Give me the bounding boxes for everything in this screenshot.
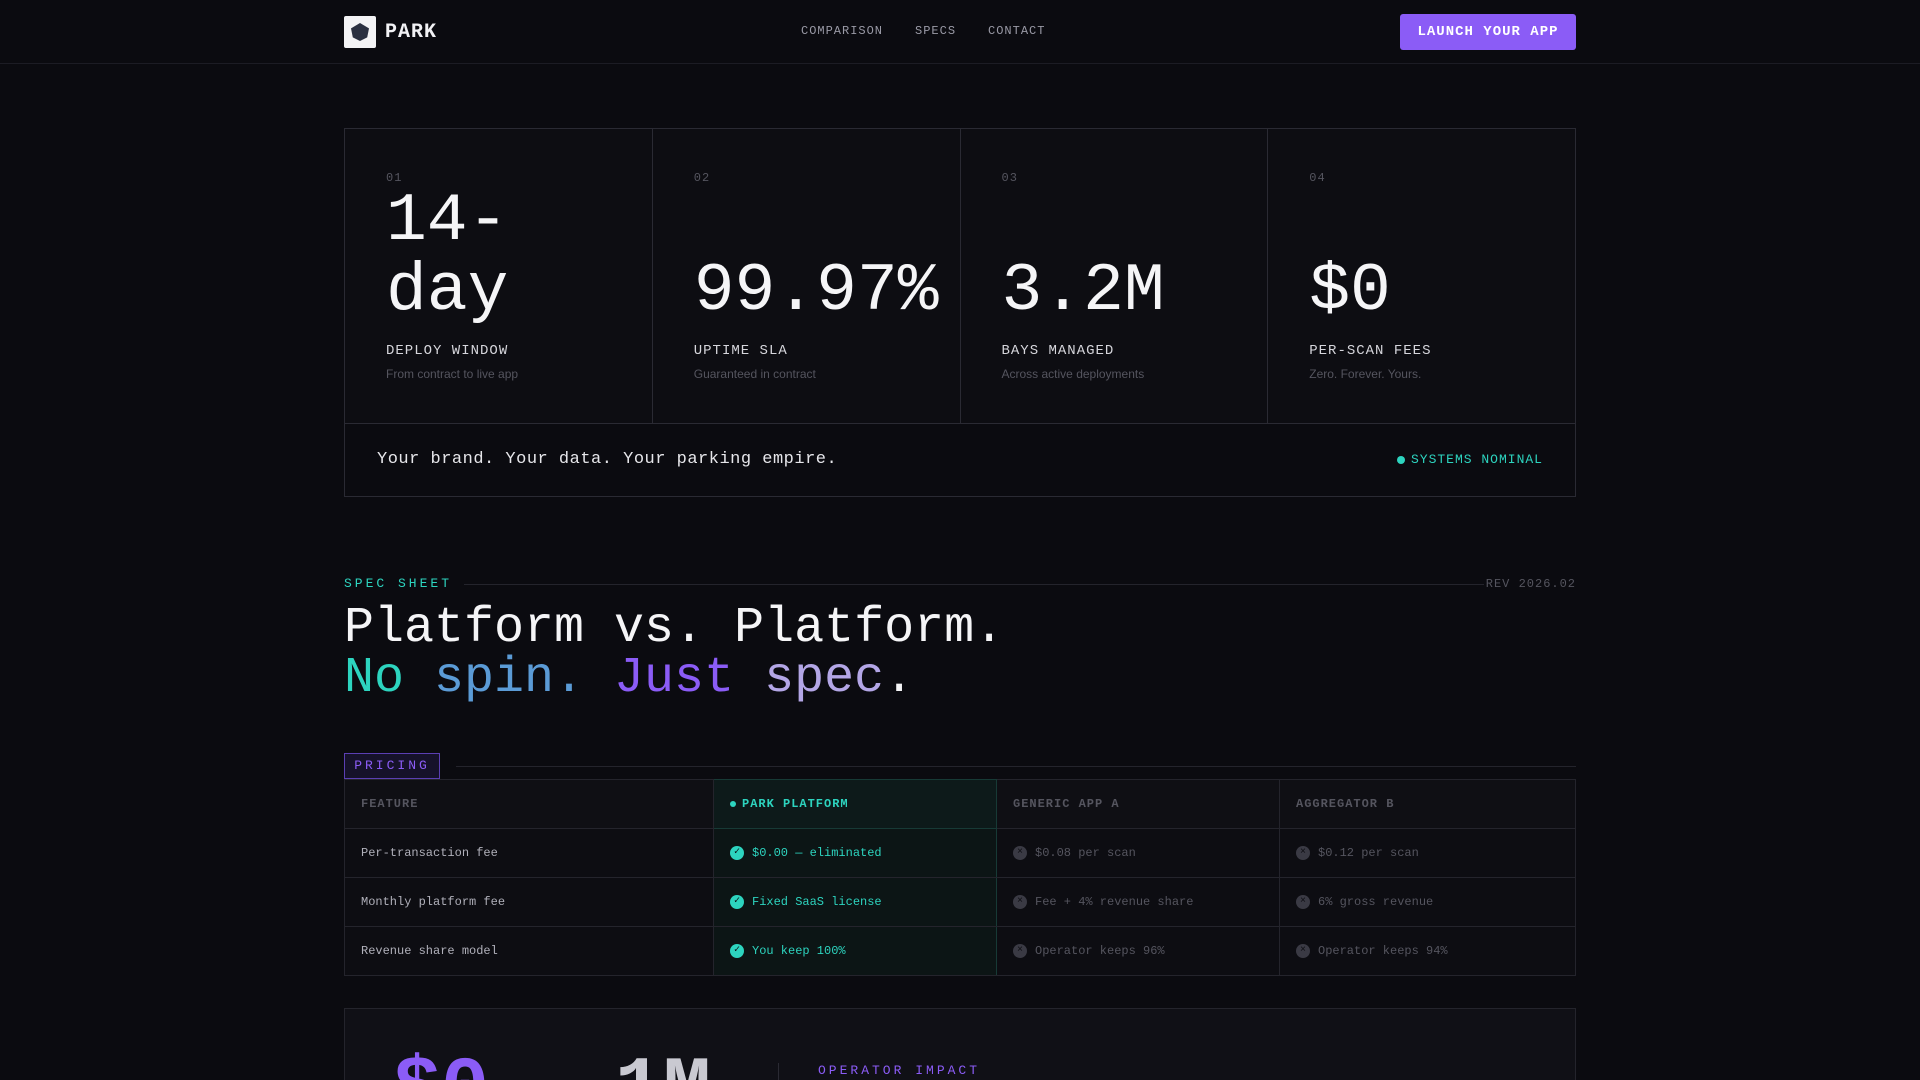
subtitle-word: spin. xyxy=(404,650,585,707)
stat-label: BAYS MANAGED xyxy=(1001,343,1115,359)
competitor-cell: × $0.08 per scan xyxy=(996,828,1280,878)
park-cell: ✓ Fixed SaaS license xyxy=(713,877,997,927)
subtitle-word: . xyxy=(884,650,915,707)
feature-cell: Per-transaction fee xyxy=(344,828,714,878)
cell-text: Fee + 4% revenue share xyxy=(1035,895,1194,910)
stat-value: $0 xyxy=(1309,253,1391,330)
stat-card: 04 $0 PER-SCAN FEES Zero. Forever. Yours… xyxy=(1268,129,1575,423)
spec-header: SPEC SHEET REV 2026.02 xyxy=(344,576,1576,592)
column-header: FEATURE xyxy=(344,779,714,829)
divider xyxy=(778,1063,779,1080)
subtitle-word: No xyxy=(344,650,405,707)
cell-text: $0.00 — eliminated xyxy=(752,846,882,861)
stat-index: 02 xyxy=(693,171,711,185)
competitor-cell: × 6% gross revenue xyxy=(1279,877,1576,927)
column-header: GENERIC APP A xyxy=(996,779,1280,829)
spec-eyebrow: SPEC SHEET xyxy=(344,576,453,591)
divider xyxy=(464,584,1484,585)
stat-card: 03 3.2M BAYS MANAGED Across active deplo… xyxy=(960,129,1269,423)
park-cell: ✓ You keep 100% xyxy=(713,926,997,976)
brand[interactable]: PARK xyxy=(344,16,437,48)
competitor-cell: × Operator keeps 94% xyxy=(1279,926,1576,976)
launch-app-button[interactable]: LAUNCH YOUR APP xyxy=(1400,14,1576,50)
page-title: Platform vs. Platform. xyxy=(344,600,1005,657)
stat-value: 14- day xyxy=(386,183,509,330)
cell-text: $0.12 per scan xyxy=(1318,846,1419,861)
stat-subtext: From contract to live app xyxy=(386,367,519,381)
cell-text: Fixed SaaS license xyxy=(752,895,882,910)
stats-grid: 01 14- day DEPLOY WINDOW From contract t… xyxy=(344,128,1576,424)
cell-text: Operator keeps 94% xyxy=(1318,944,1448,959)
divider xyxy=(456,766,1576,767)
spec-revision: REV 2026.02 xyxy=(1485,577,1576,591)
stat-label: UPTIME SLA xyxy=(693,343,788,359)
park-cell: ✓ $0.00 — eliminated xyxy=(713,828,997,878)
x-icon: × xyxy=(1296,894,1310,909)
stat-card: 02 99.97% UPTIME SLA Guaranteed in contr… xyxy=(652,129,961,423)
feature-cell: Revenue share model xyxy=(344,926,714,976)
x-icon: × xyxy=(1013,845,1027,860)
cell-text: Operator keeps 96% xyxy=(1035,944,1165,959)
nav-link-comparison[interactable]: COMPARISON xyxy=(801,24,883,38)
status-dot-icon xyxy=(1396,455,1405,464)
stat-subtext: Zero. Forever. Yours. xyxy=(1309,367,1422,381)
table-row: Revenue share model ✓ You keep 100% × Oper… xyxy=(344,926,1576,976)
stat-label: DEPLOY WINDOW xyxy=(386,343,509,359)
status-text: SYSTEMS NOMINAL xyxy=(1410,452,1543,467)
pricing-tab[interactable]: PRICING xyxy=(344,753,440,779)
stat-value: 3.2M xyxy=(1001,253,1165,330)
table-header-row: FEATURE PARK PLATFORM GENERIC APP A AGGR… xyxy=(344,779,1576,829)
table-row: Per-transaction fee ✓ $0.00 — eliminated … xyxy=(344,828,1576,878)
park-dot-icon xyxy=(730,800,736,807)
table-row: Monthly platform fee ✓ Fixed SaaS license… xyxy=(344,877,1576,927)
cell-text: 6% gross revenue xyxy=(1318,895,1434,910)
brand-name: PARK xyxy=(385,20,438,44)
impact-value: $0 xyxy=(393,1051,489,1080)
subtitle-word: spec xyxy=(734,650,885,707)
park-logo-icon xyxy=(344,16,376,48)
x-icon: × xyxy=(1296,845,1310,860)
status-badge: SYSTEMS NOMINAL xyxy=(1396,452,1543,467)
stat-label: PER-SCAN FEES xyxy=(1309,343,1432,359)
column-header-label: PARK PLATFORM xyxy=(742,797,849,811)
competitor-cell: × $0.12 per scan xyxy=(1279,828,1576,878)
x-icon: × xyxy=(1296,943,1310,958)
x-icon: × xyxy=(1013,943,1027,958)
operator-impact-panel: $0 1M OPERATOR IMPACT xyxy=(344,1008,1576,1080)
impact-value: 1M xyxy=(615,1051,711,1080)
page-subtitle: No spin. Just spec. xyxy=(344,654,914,704)
column-header-park: PARK PLATFORM xyxy=(713,779,997,829)
tagline-strip: Your brand. Your data. Your parking empi… xyxy=(344,424,1576,497)
stat-card: 01 14- day DEPLOY WINDOW From contract t… xyxy=(345,129,653,423)
competitor-cell: × Operator keeps 96% xyxy=(996,926,1280,976)
nav-link-specs[interactable]: SPECS xyxy=(915,24,956,38)
stat-subtext: Guaranteed in contract xyxy=(693,367,816,381)
cell-text: You keep 100% xyxy=(752,944,846,959)
stat-subtext: Across active deployments xyxy=(1001,367,1145,381)
tagline: Your brand. Your data. Your parking empi… xyxy=(377,450,838,469)
check-icon: ✓ xyxy=(730,845,744,860)
nav-link-contact[interactable]: CONTACT xyxy=(988,24,1045,38)
check-icon: ✓ xyxy=(730,943,744,958)
cell-text: $0.08 per scan xyxy=(1035,846,1136,861)
top-nav: PARK COMPARISON SPECS CONTACT LAUNCH YOU… xyxy=(0,0,1920,64)
x-icon: × xyxy=(1013,894,1027,909)
impact-label: OPERATOR IMPACT xyxy=(818,1063,981,1078)
check-icon: ✓ xyxy=(730,894,744,909)
nav-links: COMPARISON SPECS CONTACT xyxy=(801,24,1045,38)
competitor-cell: × Fee + 4% revenue share xyxy=(996,877,1280,927)
stat-index: 04 xyxy=(1309,171,1326,185)
stat-value: 99.97% xyxy=(693,253,939,330)
pricing-table: FEATURE PARK PLATFORM GENERIC APP A AGGR… xyxy=(344,779,1576,976)
column-header: AGGREGATOR B xyxy=(1279,779,1576,829)
subtitle-word: Just xyxy=(584,650,735,707)
stat-index: 03 xyxy=(1001,171,1018,185)
feature-cell: Monthly platform fee xyxy=(344,877,714,927)
